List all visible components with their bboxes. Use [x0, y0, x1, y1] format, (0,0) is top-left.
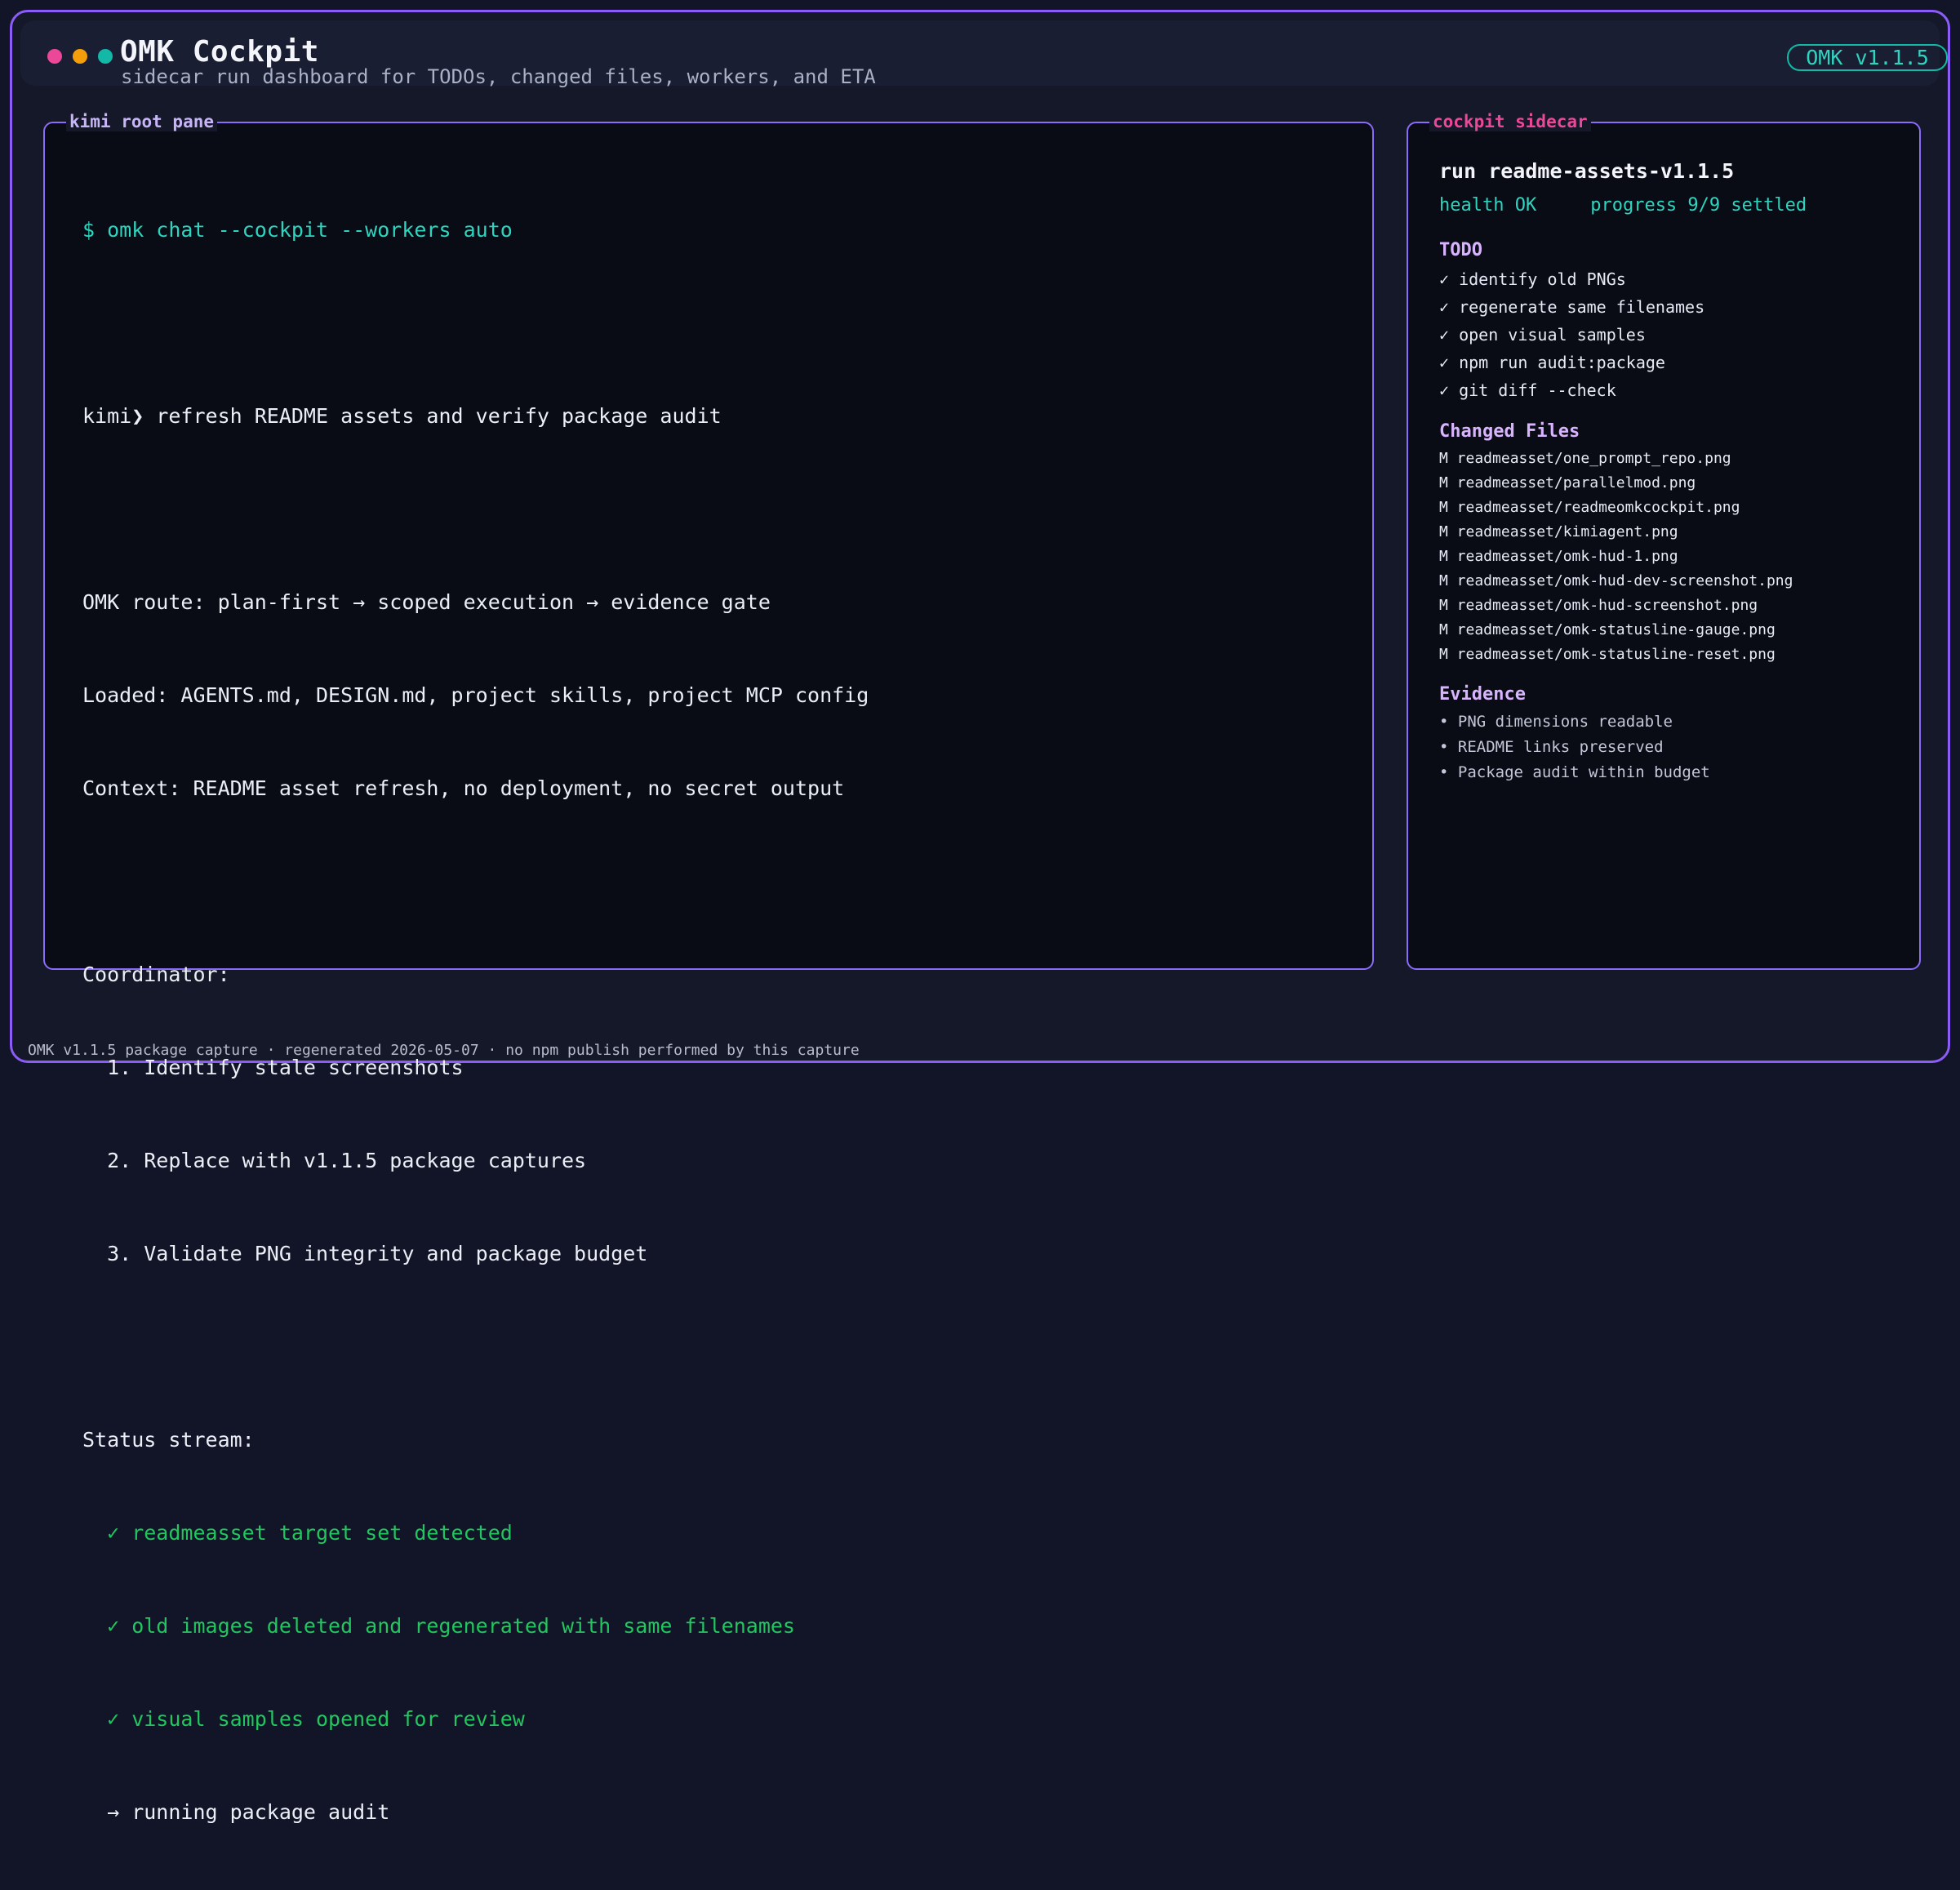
todo-item: ✓ open visual samples [1439, 325, 1646, 345]
changed-file-item: M readmeasset/omk-hud-dev-screenshot.png [1439, 572, 1793, 589]
route-line: OMK route: plan-first → scoped execution… [82, 590, 771, 614]
changed-file-item: M readmeasset/kimiagent.png [1439, 523, 1678, 540]
changed-file-item: M readmeasset/parallelmod.png [1439, 474, 1696, 491]
coordinator-title: Coordinator: [82, 963, 230, 986]
todo-section-title: TODO [1439, 240, 1482, 260]
status-done-item: ✓ old images deleted and regenerated wit… [82, 1614, 795, 1638]
close-dot-icon[interactable] [47, 49, 62, 64]
app-title: OMK Cockpit [120, 35, 319, 69]
todo-item: ✓ regenerate same filenames [1439, 297, 1705, 317]
terminal-output[interactable]: $ omk chat --cockpit --workers auto kimi… [82, 153, 869, 1890]
progress-status: progress 9/9 settled [1590, 195, 1807, 216]
minimize-dot-icon[interactable] [73, 49, 87, 64]
status-running-item: → running package audit [82, 1800, 390, 1824]
loaded-line: Loaded: AGENTS.md, DESIGN.md, project sk… [82, 683, 869, 707]
context-line: Context: README asset refresh, no deploy… [82, 776, 845, 800]
pane-label-kimi-root: kimi root pane [66, 112, 218, 131]
window-frame: OMK Cockpit sidecar run dashboard for TO… [10, 10, 1950, 1824]
user-prompt-line: kimi❯ refresh README assets and verify p… [82, 404, 722, 428]
header-bar: OMK Cockpit sidecar run dashboard for TO… [20, 20, 1948, 88]
status-title: Status stream: [82, 1428, 255, 1452]
changed-file-item: M readmeasset/omk-statusline-reset.png [1439, 646, 1776, 663]
version-badge: OMK v1.1.5 [1787, 44, 1948, 71]
status-done-item: ✓ readmeasset target set detected [82, 1521, 513, 1545]
changed-file-item: M readmeasset/omk-hud-screenshot.png [1439, 597, 1758, 614]
sidecar-content: run readme-assets-v1.1.5 health OK progre… [1439, 159, 1896, 785]
command-line: $ omk chat --cockpit --workers auto [82, 218, 513, 242]
maximize-dot-icon[interactable] [98, 49, 113, 64]
todo-item: ✓ identify old PNGs [1439, 269, 1626, 289]
app-subtitle: sidecar run dashboard for TODOs, changed… [121, 65, 876, 88]
changed-file-item: M readmeasset/omk-statusline-gauge.png [1439, 621, 1776, 638]
status-done-item: ✓ visual samples opened for review [82, 1707, 525, 1731]
health-row: health OK progress 9/9 settled [1439, 195, 1896, 236]
evidence-item: • PNG dimensions readable [1439, 713, 1673, 731]
health-status: health OK [1439, 195, 1537, 216]
cockpit-sidecar-pane[interactable]: cockpit sidecar run readme-assets-v1.1.5… [1407, 112, 1921, 970]
kimi-root-pane[interactable]: kimi root pane $ omk chat --cockpit --wo… [43, 112, 1374, 1824]
todo-item: ✓ git diff --check [1439, 380, 1616, 400]
coordinator-step: 3. Validate PNG integrity and package bu… [82, 1242, 648, 1265]
changed-file-item: M readmeasset/readmeomkcockpit.png [1439, 499, 1740, 516]
changed-files-title: Changed Files [1439, 421, 1580, 442]
footer-status: OMK v1.1.5 package capture · regenerated… [28, 1042, 860, 1059]
evidence-item: • Package audit within budget [1439, 763, 1710, 781]
evidence-item: • README links preserved [1439, 738, 1664, 756]
todo-item: ✓ npm run audit:package [1439, 353, 1665, 372]
evidence-title: Evidence [1439, 684, 1526, 705]
coordinator-step: 2. Replace with v1.1.5 package captures [82, 1149, 587, 1172]
changed-file-item: M readmeasset/omk-hud-1.png [1439, 548, 1678, 565]
changed-file-item: M readmeasset/one_prompt_repo.png [1439, 450, 1731, 467]
run-title: run readme-assets-v1.1.5 [1439, 159, 1735, 183]
pane-label-cockpit-sidecar: cockpit sidecar [1429, 112, 1591, 131]
